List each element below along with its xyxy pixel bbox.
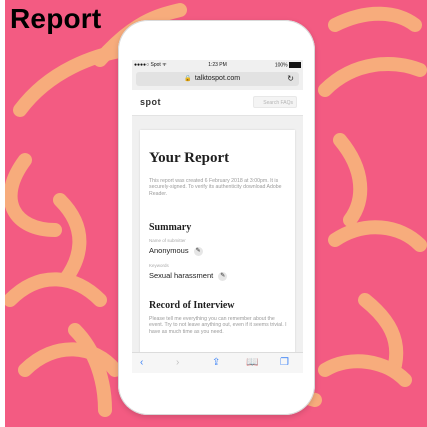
summary-heading: Summary <box>149 222 192 233</box>
report-title: Your Report <box>149 150 230 166</box>
site-header: spot Search FAQs <box>132 90 303 116</box>
logo-text: spot <box>140 97 161 107</box>
submitter-value: Anonymous <box>149 246 189 255</box>
record-heading: Record of Interview <box>149 300 235 311</box>
reload-icon[interactable]: ↻ <box>287 74 294 83</box>
address-bar[interactable]: 🔒 talktospot.com ↻ <box>136 72 299 86</box>
canvas: Report ●●●●○ Spot ᯤ 1:23 PM 100% 🔒 talkt… <box>0 0 427 427</box>
spot-logo[interactable]: spot <box>140 97 161 107</box>
battery-icon <box>289 62 301 68</box>
keywords-value: Sexual harassment <box>149 271 214 280</box>
forward-icon[interactable]: › <box>176 357 179 368</box>
submitter-row: Anonymous ✎ <box>149 246 203 256</box>
edit-submitter-pencil-icon[interactable]: ✎ <box>193 246 203 256</box>
share-icon[interactable]: ⇪ <box>212 357 220 368</box>
back-icon[interactable]: ‹ <box>140 357 143 368</box>
battery-label: 100% <box>274 62 288 69</box>
url-text: talktospot.com <box>194 75 241 82</box>
faq-search-input[interactable]: Search FAQs <box>253 96 297 108</box>
edit-keywords-pencil-icon[interactable]: ✎ <box>218 271 228 281</box>
submitter-label: Name of submitter <box>149 238 186 243</box>
overlay-title: Report <box>10 3 102 34</box>
keywords-row: Sexual harassment ✎ <box>149 271 228 281</box>
bookmarks-icon[interactable]: 📖 <box>246 357 258 368</box>
status-bar: ●●●●○ Spot ᯤ 1:23 PM 100% <box>132 60 303 70</box>
keywords-label: Keywords <box>149 263 169 268</box>
phone-screen: ●●●●○ Spot ᯤ 1:23 PM 100% 🔒 talktospot.c… <box>132 60 303 373</box>
report-card: Your Report This report was created 6 Fe… <box>140 130 295 373</box>
record-text: Please tell me everything you can rememb… <box>149 316 287 335</box>
battery-indicator: 100% <box>275 62 301 68</box>
browser-toolbar: ‹ › ⇪ 📖 ❐ <box>132 352 303 373</box>
tabs-icon[interactable]: ❐ <box>280 357 289 368</box>
report-description: This report was created 6 February 2018 … <box>149 178 282 197</box>
